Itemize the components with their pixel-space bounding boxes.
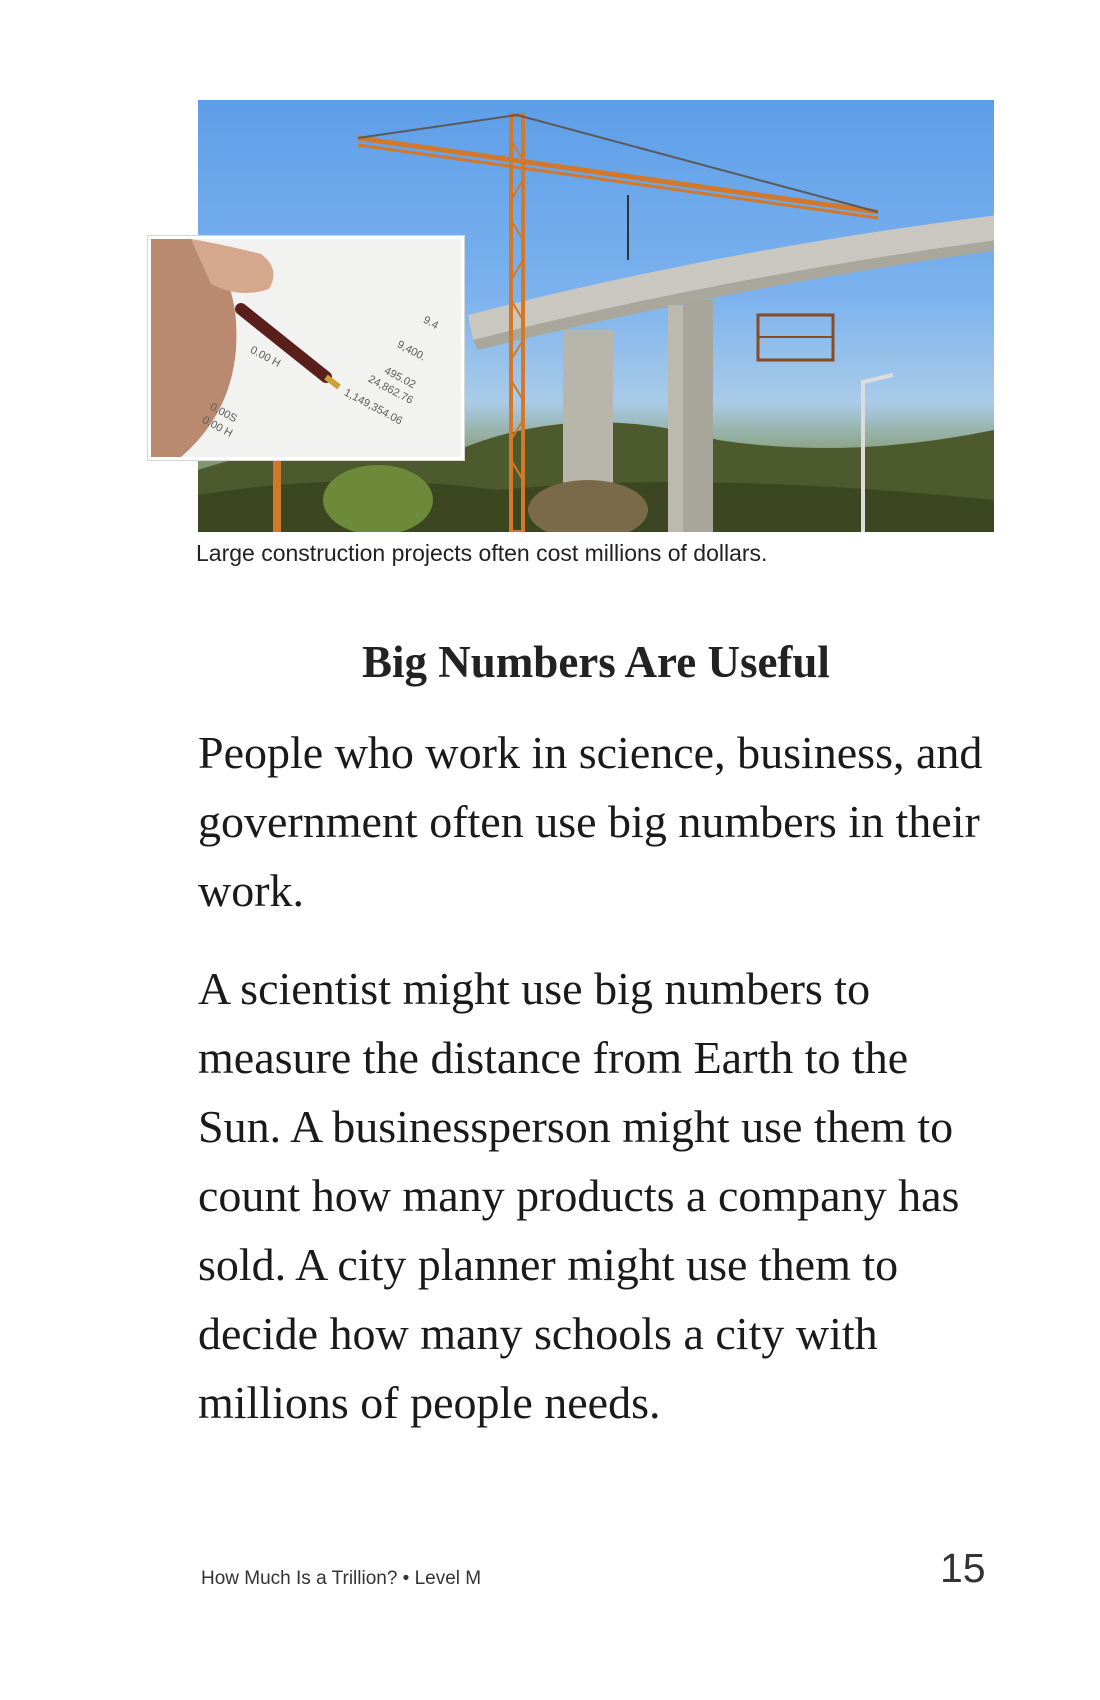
photo-caption: Large construction projects often cost m… [196, 540, 768, 566]
section-heading: Big Numbers Are Useful [362, 637, 830, 687]
body-paragraph: People who work in science, business, an… [198, 727, 983, 916]
body-paragraph: A scientist might use big numbers to mea… [198, 963, 960, 1428]
pen-and-figures-inset-photo: 9.4 9,400. 495.02 24,862.76 1,149,354.06… [148, 236, 464, 460]
page-number: 15 [940, 1545, 986, 1591]
footer-book-title: How Much Is a Trillion? • Level M [201, 1568, 482, 1589]
